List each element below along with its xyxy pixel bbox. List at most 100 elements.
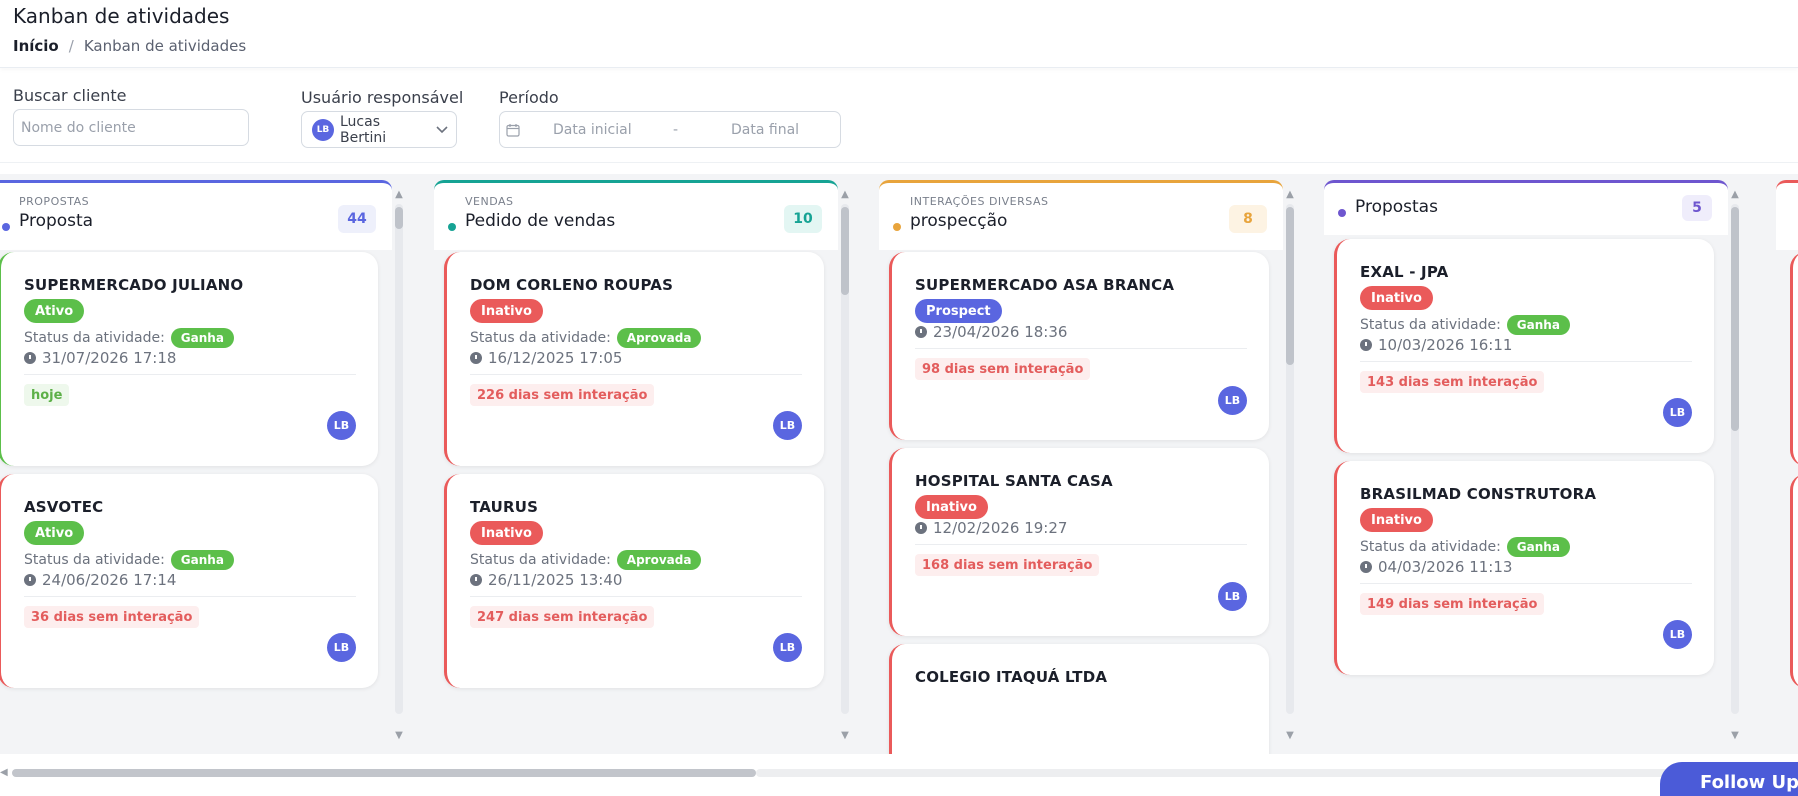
assignee-avatar[interactable]: LB <box>1663 398 1692 427</box>
scroll-down-icon[interactable]: ▼ <box>1284 731 1296 741</box>
client-status-badge: Inativo <box>470 299 543 323</box>
scroll-thumb[interactable] <box>1731 207 1739 431</box>
card-client-name: HOSPITAL SANTA CASA <box>915 472 1113 490</box>
scroll-up-icon[interactable]: ▲ <box>1284 190 1296 200</box>
column-scrollbar[interactable]: ▲ ▼ <box>838 184 852 744</box>
kanban-card[interactable]: EXAL - JPA Inativo Status da atividade: … <box>1334 239 1714 453</box>
column-count-badge: 5 <box>1682 195 1712 221</box>
scroll-track <box>395 204 403 714</box>
assignee-avatar[interactable]: LB <box>773 633 802 662</box>
activity-status-row: Status da atividade: Ganha <box>1360 315 1570 335</box>
interaction-tag: 226 dias sem interação <box>470 384 655 406</box>
board-horizontal-scrollbar[interactable]: ◀ <box>0 764 1798 780</box>
kanban-column-propostas: Propostas 5 ▲ ▼ EXAL - JPA Inativo Statu… <box>1324 180 1739 750</box>
activity-status-row: Status da atividade: Aprovada <box>470 328 702 348</box>
activity-status-row: Status da atividade: Ganha <box>24 328 234 348</box>
scroll-left-icon[interactable]: ◀ <box>0 767 8 778</box>
kanban-column-pedido-de-vendas: VENDAS Pedido de vendas 10 ▲ ▼ DOM CORLE… <box>434 180 849 750</box>
scroll-down-icon[interactable]: ▼ <box>1729 731 1741 741</box>
column-scrollbar[interactable]: ▲ ▼ <box>1728 184 1742 744</box>
client-status-badge: Ativo <box>24 299 85 323</box>
assignee-avatar[interactable]: LB <box>327 411 356 440</box>
scroll-down-icon[interactable]: ▼ <box>393 731 405 741</box>
kanban-column-prospeccao: INTERAÇÕES DIVERSAS prospecção 8 ▲ ▼ SUP… <box>879 180 1294 754</box>
interaction-tag: 247 dias sem interação <box>470 606 655 628</box>
breadcrumb-current: Kanban de atividades <box>83 37 247 55</box>
client-search-placeholder: Nome do cliente <box>21 119 136 136</box>
user-select-value: Lucas Bertini <box>340 113 387 146</box>
assignee-avatar[interactable]: LB <box>1218 386 1247 415</box>
column-count-badge: 10 <box>784 205 822 233</box>
activity-date-row: 10/03/2026 16:11 <box>1360 336 1512 354</box>
h-scroll-thumb[interactable] <box>12 769 756 777</box>
activity-date: 26/11/2025 13:40 <box>488 571 623 589</box>
scroll-up-icon[interactable]: ▲ <box>393 190 405 200</box>
scroll-up-icon[interactable]: ▲ <box>1729 190 1741 200</box>
activity-status-label: Status da atividade: <box>24 552 165 568</box>
activity-status-label: Status da atividade: <box>24 330 165 346</box>
activity-date-row: 23/04/2026 18:36 <box>915 323 1067 341</box>
kanban-card[interactable] <box>1790 252 1798 466</box>
filters-bar: Buscar cliente Nome do cliente Usuário r… <box>13 86 1798 152</box>
activity-status-label: Status da atividade: <box>1360 317 1501 333</box>
clock-icon <box>470 352 482 364</box>
column-title: prospecção <box>910 211 1008 231</box>
kanban-card[interactable]: DOM CORLENO ROUPAS Inativo Status da ati… <box>444 252 824 466</box>
activity-date: 24/06/2026 17:14 <box>42 571 177 589</box>
column-header: INTERAÇÕES DIVERSAS prospecção 8 <box>879 180 1283 250</box>
kanban-card[interactable]: SUPERMERCADO ASA BRANCA Prospect 23/04/2… <box>889 252 1269 440</box>
activity-status-chip: Aprovada <box>616 328 702 348</box>
start-date-placeholder[interactable]: Data inicial <box>553 122 673 138</box>
kanban-card[interactable]: BRASILMAD CONSTRUTORA Inativo Status da … <box>1334 461 1714 675</box>
filters-divider <box>0 162 1798 163</box>
follow-ups-button[interactable]: Follow Ups <box>1660 762 1798 796</box>
column-dot <box>448 223 456 231</box>
column-header <box>1776 180 1798 250</box>
interaction-tag: 36 dias sem interação <box>24 606 200 628</box>
scroll-thumb[interactable] <box>1286 207 1294 365</box>
scroll-thumb[interactable] <box>841 207 849 295</box>
kanban-card[interactable]: HOSPITAL SANTA CASA Inativo 12/02/2026 1… <box>889 448 1269 636</box>
card-client-name: TAURUS <box>470 498 539 516</box>
interaction-tag: hoje <box>24 384 70 406</box>
card-divider <box>915 348 1247 349</box>
column-dot <box>2 223 10 231</box>
activity-status-chip: Ganha <box>1506 537 1570 557</box>
kanban-card[interactable]: ASVOTEC Ativo Status da atividade: Ganha… <box>0 474 378 688</box>
column-count-badge: 8 <box>1229 205 1267 233</box>
end-date-placeholder[interactable]: Data final <box>731 122 799 138</box>
interaction-tag: 149 dias sem interação <box>1360 593 1545 615</box>
user-select[interactable]: LB Lucas Bertini <box>301 111 457 148</box>
calendar-icon <box>506 123 520 137</box>
scroll-up-icon[interactable]: ▲ <box>839 190 851 200</box>
activity-status-label: Status da atividade: <box>470 330 611 346</box>
clock-icon <box>915 326 927 338</box>
column-dot <box>1338 209 1346 217</box>
column-header: VENDAS Pedido de vendas 10 <box>434 180 838 250</box>
card-client-name: BRASILMAD CONSTRUTORA <box>1360 485 1597 503</box>
kanban-card[interactable]: COLEGIO ITAQUÁ LTDA <box>889 644 1269 754</box>
clock-icon <box>24 352 36 364</box>
column-scrollbar[interactable]: ▲ ▼ <box>392 184 406 744</box>
assignee-avatar[interactable]: LB <box>1218 582 1247 611</box>
client-search-input[interactable]: Nome do cliente <box>13 109 249 146</box>
scroll-down-icon[interactable]: ▼ <box>839 731 851 741</box>
assignee-avatar[interactable]: LB <box>327 633 356 662</box>
column-scrollbar[interactable]: ▲ ▼ <box>1283 184 1297 744</box>
assignee-avatar[interactable]: LB <box>1663 620 1692 649</box>
clock-icon <box>1360 561 1372 573</box>
card-divider <box>470 374 802 375</box>
interaction-tag: 98 dias sem interação <box>915 358 1091 380</box>
kanban-column-proposta: PROPOSTAS Proposta 44 ▲ ▼ SUPERMERCADO J… <box>0 180 403 750</box>
kanban-card[interactable]: SUPERMERCADO JULIANO Ativo Status da ati… <box>0 252 378 466</box>
activity-date: 31/07/2026 17:18 <box>42 349 177 367</box>
period-range-input[interactable]: Data inicial - Data final <box>499 111 841 148</box>
card-divider <box>24 596 356 597</box>
chevron-down-icon <box>428 112 456 147</box>
assignee-avatar[interactable]: LB <box>773 411 802 440</box>
breadcrumb-home-link[interactable]: Início <box>13 37 59 55</box>
kanban-card[interactable] <box>1790 474 1798 688</box>
activity-date-row: 31/07/2026 17:18 <box>24 349 176 367</box>
kanban-card[interactable]: TAURUS Inativo Status da atividade: Apro… <box>444 474 824 688</box>
scroll-thumb[interactable] <box>395 207 403 229</box>
